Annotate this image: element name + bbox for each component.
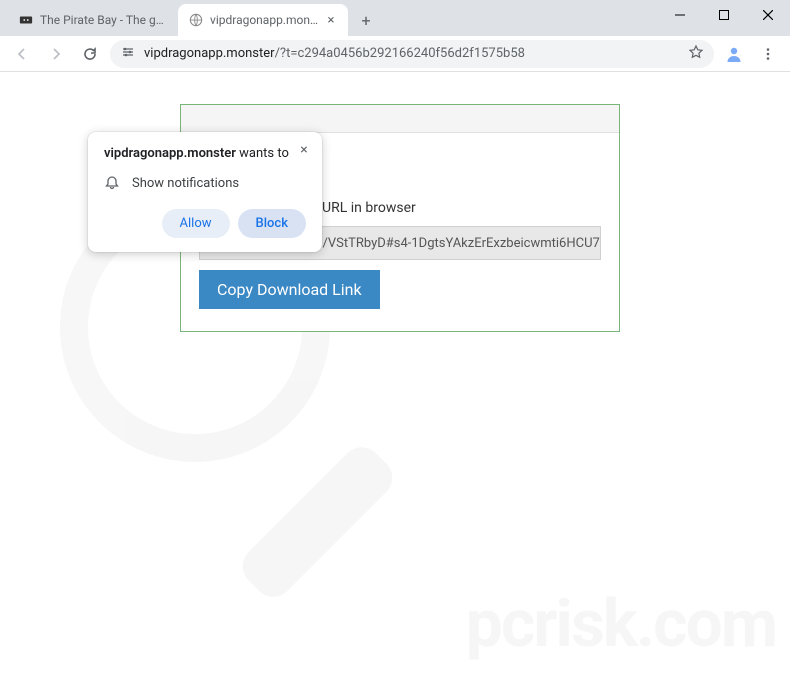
bookmark-star-icon[interactable] [688, 44, 704, 64]
pirate-favicon-icon [18, 12, 34, 28]
globe-favicon-icon [188, 12, 204, 28]
notification-permission-row: Show notifications [104, 175, 306, 191]
close-icon[interactable]: × [296, 142, 312, 158]
tab-title: vipdragonapp.monster/?t=c294 [210, 13, 318, 27]
minimize-button[interactable] [658, 0, 702, 30]
back-button[interactable] [8, 40, 36, 68]
tab-title: The Pirate Bay - The galaxy's m [40, 13, 168, 27]
page-viewport: pcrisk.com 2025 Copy and paste the URL i… [0, 72, 790, 693]
url-text: vipdragonapp.monster/?t=c294a0456b292166… [144, 46, 680, 61]
allow-button[interactable]: Allow [162, 209, 230, 238]
reload-button[interactable] [76, 40, 104, 68]
window-controls [658, 0, 790, 30]
profile-button[interactable] [720, 40, 748, 68]
site-settings-icon[interactable] [120, 44, 136, 64]
browser-menu-button[interactable] [754, 40, 782, 68]
block-button[interactable]: Block [238, 209, 306, 238]
tab-vipdragonapp[interactable]: vipdragonapp.monster/?t=c294 × [178, 4, 348, 36]
tab-strip: The Pirate Bay - The galaxy's m vipdrago… [0, 0, 790, 36]
close-icon[interactable]: × [324, 13, 338, 27]
tab-pirate-bay[interactable]: The Pirate Bay - The galaxy's m [8, 4, 178, 36]
close-window-button[interactable] [746, 0, 790, 30]
notification-title: vipdragonapp.monster wants to [104, 146, 306, 161]
maximize-button[interactable] [702, 0, 746, 30]
permission-label: Show notifications [132, 176, 239, 191]
address-bar[interactable]: vipdragonapp.monster/?t=c294a0456b292166… [110, 40, 714, 68]
new-tab-button[interactable]: + [352, 6, 380, 34]
forward-button[interactable] [42, 40, 70, 68]
notification-permission-prompt: × vipdragonapp.monster wants to Show not… [88, 132, 322, 252]
browser-toolbar: vipdragonapp.monster/?t=c294a0456b292166… [0, 36, 790, 72]
card-header [181, 105, 619, 133]
bell-icon [104, 175, 120, 191]
copy-download-link-button[interactable]: Copy Download Link [199, 270, 380, 309]
